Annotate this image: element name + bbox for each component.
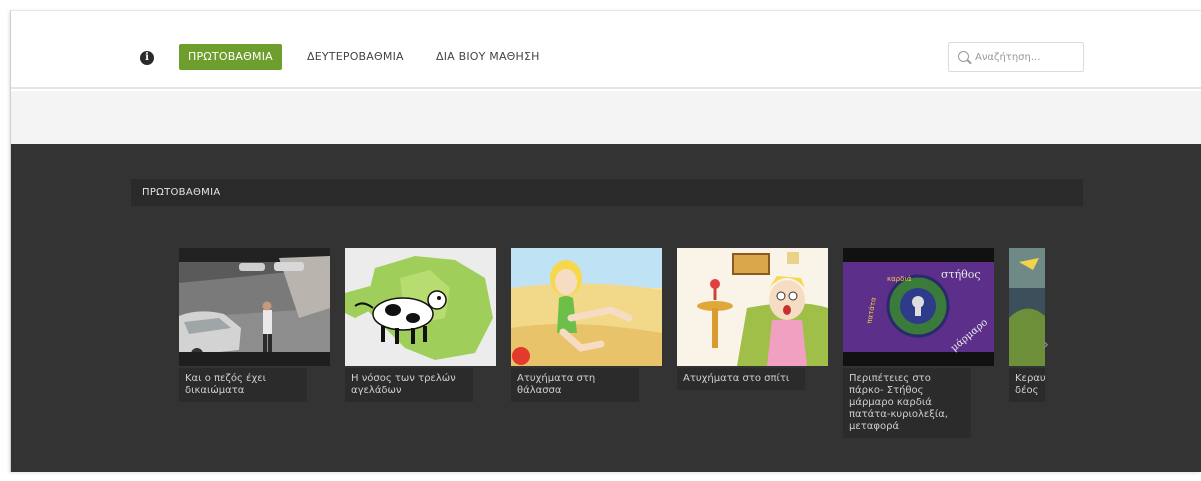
page-frame: i ΠΡΩΤΟΒΑΘΜΙΑ ΔΕΥΤΕΡΟΒΑΘΜΙΑ ΔΙΑ ΒΙΟΥ ΜΑΘ… [10,10,1201,472]
search-icon [958,51,969,62]
storm-scene-image [1009,248,1045,366]
video-card[interactable]: Ατυχήματα στο σπίτι [677,248,828,390]
mad-cow-europe-image [345,248,496,366]
video-title[interactable]: Η νόσος των τρελών αγελάδων [345,368,473,402]
carousel-next-icon[interactable]: › [1042,334,1049,355]
video-thumbnail[interactable] [511,248,662,366]
video-card[interactable]: Και ο πεζός έχει δικαιώματα [179,248,330,402]
nav-item-primary[interactable]: ΠΡΩΤΟΒΑΘΜΙΑ [179,44,282,70]
thumbnail-text: στήθος [941,268,981,281]
video-thumbnail[interactable] [179,248,330,366]
beach-girl-image [511,248,662,366]
video-title[interactable]: Ατυχήματα στη θάλασσα [511,368,639,402]
nav-item-secondary[interactable]: ΔΕΥΤΕΡΟΒΑΘΜΙΑ [307,44,404,70]
nav-item-lifelong-learning[interactable]: ΔΙΑ ΒΙΟΥ ΜΑΘΗΣΗ [436,44,540,70]
info-icon[interactable]: i [140,51,154,65]
video-thumbnail[interactable] [1009,248,1045,366]
search-box[interactable] [948,42,1084,72]
top-navigation: i ΠΡΩΤΟΒΑΘΜΙΑ ΔΕΥΤΕΡΟΒΑΘΜΙΑ ΔΙΑ ΒΙΟΥ ΜΑΘ… [11,11,1201,89]
video-title[interactable]: Κεραυ δέος [1009,368,1045,402]
video-carousel: Και ο πεζός έχει δικαιώματα Η νόσος των … [179,248,1045,458]
video-thumbnail[interactable] [677,248,828,366]
home-accident-image [677,248,828,366]
video-thumbnail[interactable]: στήθος μάρμαρο καρδιά πατάτα [843,248,994,366]
video-title[interactable]: Περιπέτειες στο πάρκο- Στήθος μάρμαρο κα… [843,368,971,438]
section-title: ΠΡΩΤΟΒΑΘΜΙΑ [142,187,221,198]
video-card[interactable]: Κεραυ δέος [1009,248,1045,402]
search-input[interactable] [975,48,1079,66]
content-area: ΠΡΩΤΟΒΑΘΜΙΑ Και ο πεζός έχει δικαιώματα … [11,144,1201,472]
video-thumbnail[interactable] [345,248,496,366]
video-title[interactable]: Ατυχήματα στο σπίτι [677,368,805,390]
video-card[interactable]: Ατυχήματα στη θάλασσα [511,248,662,402]
header-band [11,91,1201,144]
video-title[interactable]: Και ο πεζός έχει δικαιώματα [179,368,307,402]
thumbnail-text: καρδιά [887,275,912,283]
section-header: ΠΡΩΤΟΒΑΘΜΙΑ [131,179,1083,206]
street-scene-image [179,248,330,366]
park-adventures-image: στήθος μάρμαρο καρδιά πατάτα [843,248,994,366]
video-card[interactable]: στήθος μάρμαρο καρδιά πατάτα Περιπέτειες… [843,248,994,438]
video-card[interactable]: Η νόσος των τρελών αγελάδων [345,248,496,402]
